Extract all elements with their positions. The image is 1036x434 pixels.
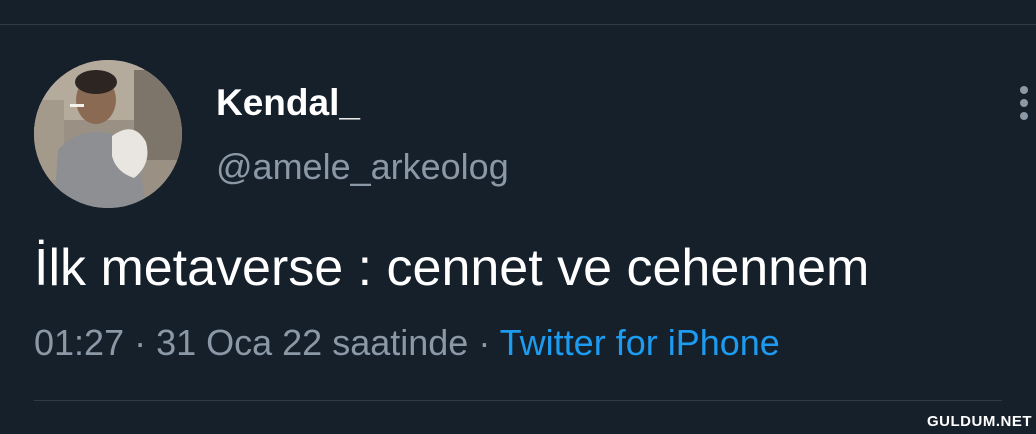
- more-vertical-icon[interactable]: [1012, 84, 1036, 124]
- user-handle[interactable]: @amele_arkeolog: [216, 146, 509, 188]
- tweet-source-link[interactable]: Twitter for iPhone: [500, 322, 780, 363]
- top-divider: [0, 24, 1036, 25]
- tweet-meta: 01:27 · 31 Oca 22 saatinde · Twitter for…: [34, 322, 780, 364]
- display-name[interactable]: Kendal_: [216, 82, 360, 124]
- meta-separator: ·: [124, 322, 157, 363]
- avatar-image: [34, 60, 182, 208]
- bottom-divider: [34, 400, 1002, 401]
- avatar[interactable]: [34, 60, 182, 208]
- tweet-text: İlk metaverse : cennet ve cehennem: [34, 239, 870, 297]
- tweet-time[interactable]: 01:27: [34, 322, 124, 363]
- watermark: GULDUM.NET: [927, 413, 1032, 430]
- tweet-date[interactable]: 31 Oca 22 saatinde: [156, 322, 468, 363]
- meta-separator: ·: [468, 322, 500, 363]
